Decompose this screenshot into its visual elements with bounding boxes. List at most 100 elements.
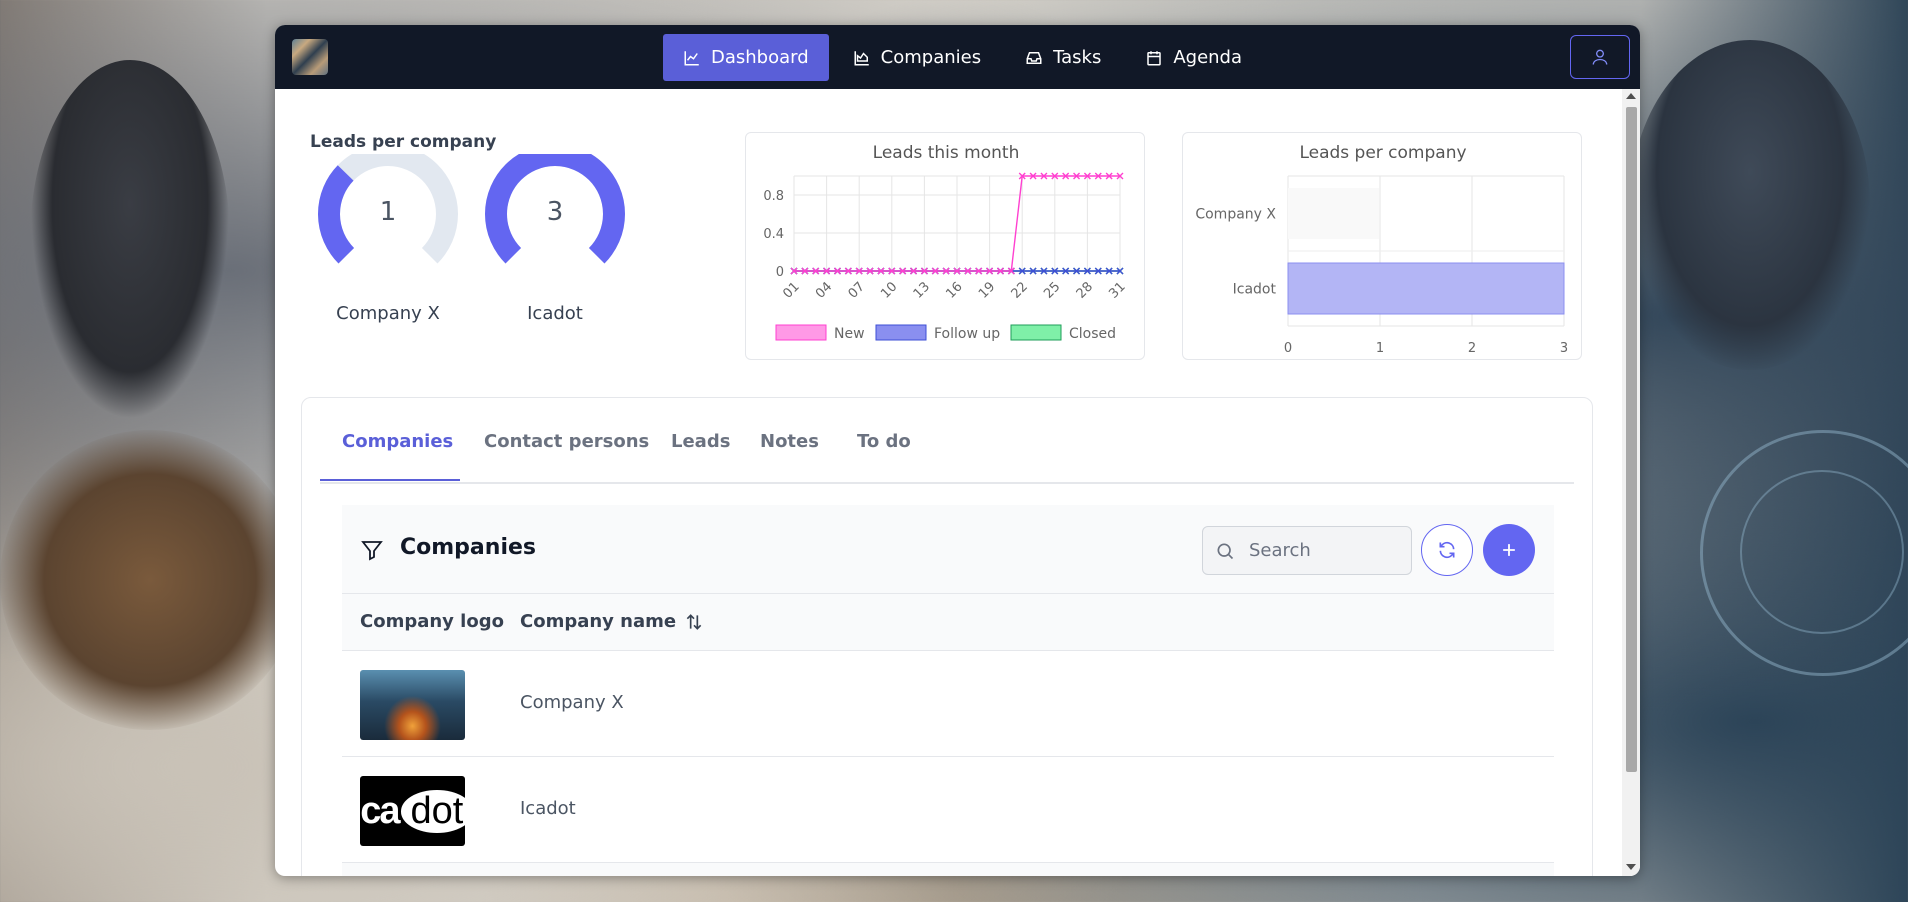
chart-title: Leads per company — [1299, 143, 1466, 163]
legend-swatch — [1010, 324, 1062, 341]
y-tick-label: Company X — [1195, 207, 1276, 223]
company-name: Icadot — [520, 798, 576, 819]
nav-dashboard-label: Dashboard — [711, 47, 809, 68]
x-tick-label: 0 — [1284, 341, 1292, 356]
refresh-button[interactable] — [1421, 524, 1473, 576]
company-logo: ica dot — [360, 776, 465, 846]
x-tick-label: 28 — [1074, 279, 1096, 301]
inbox-icon — [1026, 51, 1042, 64]
nav-tasks[interactable]: Tasks — [1005, 34, 1121, 81]
table-header: Company logo Company name — [342, 594, 1554, 651]
main-nav: Dashboard Companies Tasks Agenda — [663, 34, 1262, 81]
legend-label[interactable]: Closed — [1069, 326, 1116, 342]
tab-leads[interactable]: Leads — [671, 431, 730, 452]
background-photo — [1740, 470, 1904, 634]
background-photo — [1630, 40, 1870, 370]
nav-agenda-label: Agenda — [1173, 47, 1243, 68]
gauge-label: Company X — [336, 303, 440, 324]
company-name: Company X — [520, 692, 624, 713]
x-tick-label: 04 — [813, 279, 835, 301]
x-tick-label: 01 — [780, 279, 802, 301]
x-tick-label: 16 — [943, 279, 965, 301]
x-tick-label: 07 — [846, 279, 868, 301]
add-company-button[interactable] — [1483, 524, 1535, 576]
table-toolbar: Companies — [342, 505, 1554, 594]
logo-text: ica — [360, 789, 400, 832]
x-tick-label: 25 — [1041, 279, 1063, 301]
tab-contact-persons[interactable]: Contact persons — [484, 431, 649, 452]
legend-label[interactable]: New — [834, 326, 865, 342]
nav-companies[interactable]: Companies — [833, 34, 1001, 81]
logo-text: dot — [400, 789, 465, 833]
scroll-up-arrow[interactable] — [1626, 93, 1636, 99]
companies-table: Companies Company logo — [342, 505, 1554, 876]
leads-per-company-chart: Leads per company 0 1 2 3 Company X Icadot — [1195, 143, 1568, 356]
app-window: Dashboard Companies Tasks Agenda Leads p… — [275, 25, 1640, 876]
nav-tasks-label: Tasks — [1053, 47, 1102, 68]
leads-per-company-card: Leads per company 0 1 2 3 Company X Icadot — [1182, 132, 1582, 360]
leads-this-month-card: Leads this month 0 0.4 0.8 01 04 07 10 13 16 19 22 2… — [745, 132, 1145, 360]
data-panel: Companies Contact persons Leads Notes To… — [301, 397, 1593, 876]
sort-icon[interactable] — [684, 612, 704, 632]
search-input[interactable] — [1247, 539, 1401, 562]
chart-title: Leads this month — [873, 143, 1020, 163]
table-row[interactable]: Company X — [342, 651, 1554, 757]
tab-companies[interactable]: Companies — [342, 431, 453, 452]
x-tick-label: 2 — [1468, 341, 1476, 356]
gauge-label: Icadot — [527, 303, 583, 324]
x-tick-label: 1 — [1376, 341, 1384, 356]
gauge-company-x: 1 Company X — [308, 154, 468, 324]
table-title: Companies — [400, 535, 536, 560]
y-tick-label: 0 — [776, 265, 784, 280]
bar[interactable] — [1288, 188, 1380, 239]
active-tab-indicator — [320, 479, 460, 481]
tab-bar: Companies Contact persons Leads Notes To… — [320, 398, 1574, 484]
user-icon — [1592, 49, 1608, 65]
tab-to-do[interactable]: To do — [857, 431, 911, 452]
search-icon — [1217, 543, 1234, 559]
refresh-icon — [1439, 541, 1455, 559]
column-header-logo[interactable]: Company logo — [360, 611, 504, 632]
y-tick-label: Icadot — [1233, 282, 1277, 298]
y-tick-label: 0.4 — [763, 227, 784, 242]
background-photo — [30, 60, 230, 420]
chart-line-icon — [684, 50, 699, 65]
x-tick-label: 3 — [1560, 341, 1568, 356]
page-content: Leads per company 1 Company X 3 Icadot L… — [275, 89, 1622, 876]
top-navbar: Dashboard Companies Tasks Agenda — [275, 25, 1640, 89]
company-logo — [360, 670, 465, 740]
plus-icon — [1503, 544, 1515, 556]
filter-icon-glyph — [361, 541, 383, 561]
nav-companies-label: Companies — [880, 47, 982, 68]
legend-swatch — [875, 324, 927, 341]
gauges-title: Leads per company — [310, 132, 497, 152]
column-header-label: Company logo — [360, 611, 504, 632]
gauge-value: 3 — [546, 197, 564, 227]
x-tick-label: 10 — [878, 279, 900, 301]
table-row[interactable]: ica dot Icadot — [342, 757, 1554, 863]
calendar-icon — [1147, 50, 1162, 65]
scroll-thumb[interactable] — [1626, 107, 1637, 772]
nav-dashboard[interactable]: Dashboard — [663, 34, 829, 81]
y-tick-label: 0.8 — [763, 189, 784, 204]
nav-agenda[interactable]: Agenda — [1125, 34, 1262, 81]
user-menu-button[interactable] — [1570, 35, 1630, 79]
app-logo[interactable] — [292, 39, 328, 75]
x-tick-label: 19 — [976, 279, 998, 301]
bar[interactable] — [1287, 262, 1565, 315]
column-header-name[interactable]: Company name — [520, 611, 704, 632]
gauge-icadot: 3 Icadot — [475, 154, 635, 324]
tab-notes[interactable]: Notes — [760, 431, 819, 452]
background-photo — [0, 430, 300, 730]
column-header-label: Company name — [520, 611, 677, 632]
gauge-value: 1 — [379, 197, 397, 227]
x-tick-label: 31 — [1106, 279, 1128, 301]
scroll-down-arrow[interactable] — [1626, 864, 1636, 870]
chart-area-icon — [854, 50, 869, 65]
search-box[interactable] — [1202, 526, 1412, 575]
x-tick-label: 22 — [1009, 279, 1031, 301]
legend-label[interactable]: Follow up — [934, 326, 1000, 342]
filter-icon[interactable] — [360, 538, 384, 562]
x-tick-label: 13 — [911, 279, 933, 301]
vertical-scrollbar[interactable] — [1622, 89, 1640, 876]
